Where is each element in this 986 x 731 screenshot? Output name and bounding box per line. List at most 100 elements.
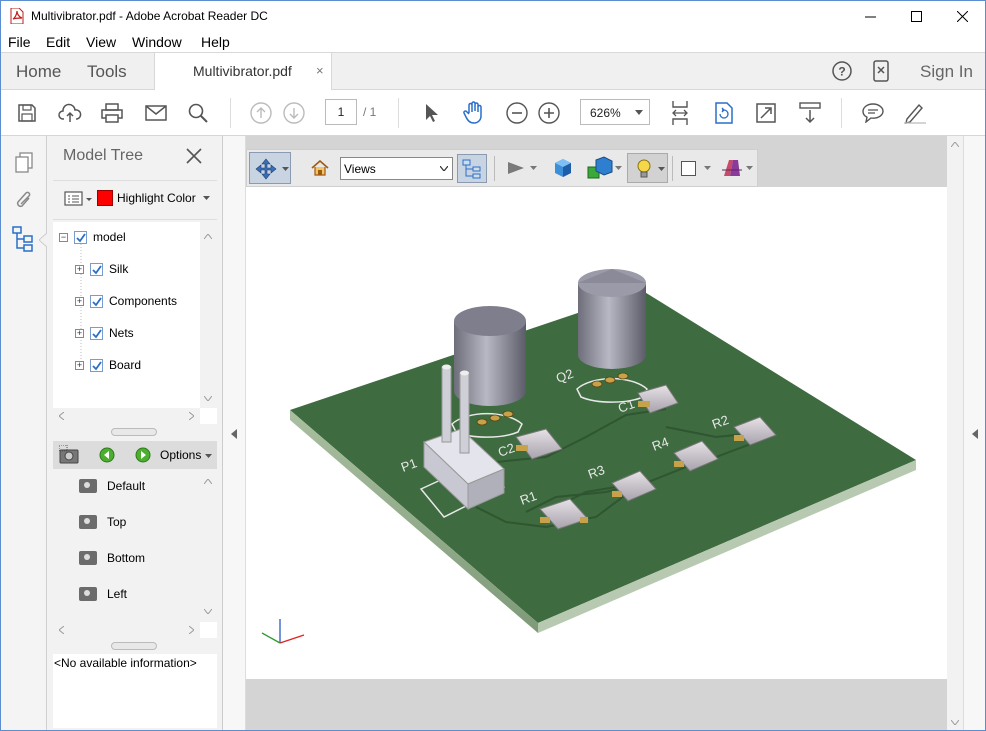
help-icon[interactable]: ?	[832, 61, 852, 81]
collapse-left-icon[interactable]	[231, 429, 237, 439]
scroll-up-icon[interactable]	[951, 142, 959, 147]
zoom-in-button[interactable]	[534, 98, 564, 128]
tree-node-model[interactable]: − model	[59, 230, 126, 244]
expand-icon[interactable]: +	[75, 296, 84, 306]
menu-edit[interactable]: Edit	[46, 34, 70, 50]
maximize-button[interactable]	[893, 1, 939, 32]
camera-add-icon[interactable]	[59, 445, 83, 465]
projection-cube-icon[interactable]	[553, 158, 573, 178]
zoom-out-button[interactable]	[502, 98, 532, 128]
expand-icon[interactable]: +	[75, 360, 84, 370]
tab-document[interactable]: Multivibrator.pdf ×	[154, 52, 332, 90]
select-tool-button[interactable]	[417, 98, 447, 128]
model-tree-icon[interactable]	[12, 226, 36, 252]
zoom-select[interactable]: 626%	[580, 99, 650, 125]
views-vertical-scrollbar[interactable]	[200, 471, 217, 621]
views-horizontal-scrollbar[interactable]	[53, 622, 200, 638]
view-item-bottom[interactable]: Bottom	[79, 551, 145, 565]
scroll-up-icon[interactable]	[204, 234, 212, 239]
scroll-right-icon[interactable]	[189, 412, 194, 420]
menu-window[interactable]: Window	[132, 34, 182, 50]
close-button[interactable]	[939, 1, 985, 32]
pdf-page: Q2 P1 C2 C1 R1 R2 R3 R4	[246, 187, 947, 679]
full-screen-button[interactable]	[751, 98, 781, 128]
upload-button[interactable]	[55, 98, 85, 128]
mail-icon	[145, 105, 167, 121]
scroll-up-icon[interactable]	[204, 479, 212, 484]
expand-left-icon[interactable]	[972, 429, 978, 439]
print-button[interactable]	[97, 98, 127, 128]
background-color-swatch[interactable]	[681, 161, 696, 176]
tab-home[interactable]: Home	[16, 62, 61, 82]
menu-file[interactable]: File	[8, 34, 31, 50]
tab-tools[interactable]: Tools	[87, 62, 127, 82]
comment-button[interactable]	[858, 98, 888, 128]
rotate-view-button[interactable]	[709, 98, 739, 128]
play-animation-icon[interactable]	[507, 161, 525, 175]
tab-bar: Home Tools Multivibrator.pdf × ? Sign In	[1, 52, 985, 90]
scroll-down-icon[interactable]	[204, 609, 212, 614]
checkbox-checked-icon[interactable]	[90, 262, 103, 276]
collapse-icon[interactable]: −	[59, 232, 68, 242]
tab-close-icon[interactable]: ×	[316, 63, 324, 78]
checkbox-checked-icon[interactable]	[90, 294, 103, 308]
home-view-icon[interactable]	[311, 160, 329, 176]
tree-node-nets[interactable]: + Nets	[75, 326, 134, 340]
next-page-button[interactable]	[279, 98, 309, 128]
render-mode-icon[interactable]	[587, 156, 613, 180]
pcb-3d-model[interactable]: Q2 P1 C2 C1 R1 R2 R3 R4	[246, 187, 947, 679]
hand-tool-button[interactable]	[459, 98, 489, 128]
read-mode-button[interactable]	[795, 98, 825, 128]
panel-splitter-handle[interactable]	[111, 642, 157, 650]
right-pane-strip[interactable]	[963, 136, 985, 730]
scroll-mode-button[interactable]	[665, 98, 695, 128]
sign-in-button[interactable]: Sign In	[920, 62, 973, 82]
expand-icon[interactable]: +	[75, 264, 84, 274]
highlight-color-swatch[interactable]	[97, 190, 113, 206]
scroll-right-icon[interactable]	[189, 626, 194, 634]
toggle-model-tree-button[interactable]	[457, 154, 487, 183]
page-thumbnails-icon[interactable]	[15, 152, 33, 174]
checkbox-checked-icon[interactable]	[90, 358, 103, 372]
scroll-down-icon[interactable]	[951, 720, 959, 725]
sign-button[interactable]	[900, 98, 930, 128]
arrow-up-circle-icon	[250, 102, 272, 124]
scroll-left-icon[interactable]	[59, 412, 64, 420]
next-view-icon[interactable]	[135, 447, 151, 463]
tree-node-board[interactable]: + Board	[75, 358, 141, 372]
attachment-icon[interactable]	[14, 190, 34, 212]
views-select[interactable]: Views	[340, 157, 453, 180]
view-item-top[interactable]: Top	[79, 515, 126, 529]
lighting-button[interactable]	[627, 153, 668, 183]
previous-view-icon[interactable]	[99, 447, 115, 463]
rotate-tool-button[interactable]	[249, 152, 291, 184]
collapse-panel-strip[interactable]	[223, 136, 246, 730]
tree-horizontal-scrollbar[interactable]	[53, 408, 200, 424]
highlight-color-label[interactable]: Highlight Color	[117, 191, 196, 205]
tree-options-button[interactable]	[64, 190, 94, 208]
close-panel-icon[interactable]	[186, 148, 202, 164]
view-item-default[interactable]: Default	[79, 479, 145, 493]
tree-node-components[interactable]: + Components	[75, 294, 177, 308]
tree-node-silk[interactable]: + Silk	[75, 262, 128, 276]
minimize-button[interactable]	[847, 1, 893, 32]
scroll-down-icon[interactable]	[204, 396, 212, 401]
email-button[interactable]	[141, 98, 171, 128]
find-button[interactable]	[183, 98, 213, 128]
menu-view[interactable]: View	[86, 34, 116, 50]
document-vertical-scrollbar[interactable]	[947, 136, 963, 730]
options-button[interactable]: Options	[160, 448, 201, 462]
mobile-link-icon[interactable]	[873, 60, 889, 82]
menu-help[interactable]: Help	[201, 34, 230, 50]
checkbox-checked-icon[interactable]	[74, 230, 87, 244]
scroll-left-icon[interactable]	[59, 626, 64, 634]
expand-icon[interactable]: +	[75, 328, 84, 338]
checkbox-checked-icon[interactable]	[90, 326, 103, 340]
view-item-left[interactable]: Left	[79, 587, 127, 601]
cross-section-icon[interactable]	[721, 158, 743, 178]
prev-page-button[interactable]	[246, 98, 276, 128]
panel-splitter-handle[interactable]	[111, 428, 157, 436]
page-number-input[interactable]: 1	[325, 99, 357, 125]
tree-vertical-scrollbar[interactable]	[200, 222, 217, 408]
save-button[interactable]	[12, 98, 42, 128]
